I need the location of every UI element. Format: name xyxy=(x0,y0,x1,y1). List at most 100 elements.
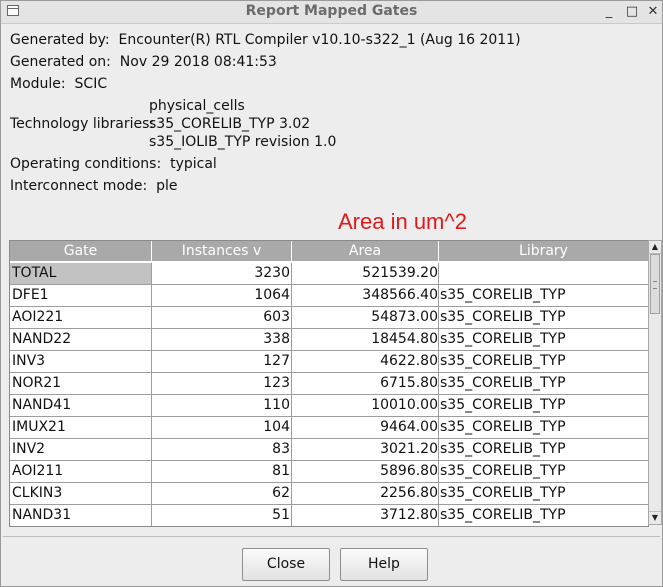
scroll-down-icon[interactable]: ▼ xyxy=(649,511,661,524)
cell-gate: NAND31 xyxy=(10,505,152,526)
operating-conditions: Operating conditions: typical xyxy=(10,155,217,173)
cell-gate: NOR21 xyxy=(10,373,152,394)
area-units-annotation: Area in um^2 xyxy=(338,209,467,234)
generated-by: Generated by: Encounter(R) RTL Compiler … xyxy=(10,31,521,49)
cell-gate: TOTAL xyxy=(10,263,152,284)
column-header-area[interactable]: Area xyxy=(292,241,439,262)
table-row[interactable]: IMUX21 104 9464.00 s35_CORELIB_TYP xyxy=(10,417,648,439)
generated-on: Generated on: Nov 29 2018 08:41:53 xyxy=(10,53,277,71)
interconnect-mode: Interconnect mode: ple xyxy=(10,177,178,195)
cell-gate: IMUX21 xyxy=(10,417,152,438)
cell-area: 4622.80 xyxy=(292,351,439,372)
cell-gate: INV3 xyxy=(10,351,152,372)
generated-on-label: Generated on: xyxy=(10,54,111,70)
operating-conditions-label: Operating conditions: xyxy=(10,156,162,172)
table-row[interactable]: AOI221 603 54873.00 s35_CORELIB_TYP xyxy=(10,307,648,329)
table-row[interactable]: CLKIN3 62 2256.80 s35_CORELIB_TYP xyxy=(10,483,648,505)
cell-gate: CLKIN3 xyxy=(10,483,152,504)
cell-instances: 62 xyxy=(152,483,292,504)
cell-library: s35_CORELIB_TYP xyxy=(440,309,566,325)
module-value: SCIC xyxy=(74,76,108,92)
cell-area: 9464.00 xyxy=(292,417,439,438)
table-row[interactable]: NAND31 51 3712.80 s35_CORELIB_TYP xyxy=(10,505,648,526)
cell-instances: 123 xyxy=(152,373,292,394)
close-button[interactable]: Close xyxy=(242,548,330,581)
cell-instances: 81 xyxy=(152,461,292,482)
tech-lib-item: physical_cells xyxy=(149,98,245,114)
cell-area: 3712.80 xyxy=(292,505,439,526)
help-button[interactable]: Help xyxy=(340,548,428,581)
table-row[interactable]: NAND41 110 10010.00 s35_CORELIB_TYP xyxy=(10,395,648,417)
module-label: Module: xyxy=(10,76,66,92)
tech-libs-label: Technology libraries: xyxy=(10,116,155,132)
interconnect-label: Interconnect mode: xyxy=(10,178,148,194)
cell-instances: 83 xyxy=(152,439,292,460)
cell-library: s35_CORELIB_TYP xyxy=(440,287,566,303)
close-window-button[interactable]: ✕ xyxy=(644,2,662,21)
cell-library: s35_CORELIB_TYP xyxy=(440,353,566,369)
window-title: Report Mapped Gates xyxy=(245,3,418,19)
cell-gate: NAND22 xyxy=(10,329,152,350)
cell-area: 348566.40 xyxy=(292,285,439,306)
scroll-thumb[interactable] xyxy=(650,254,660,314)
operating-conditions-value: typical xyxy=(170,156,217,172)
cell-area: 2256.80 xyxy=(292,483,439,504)
cell-area: 521539.20 xyxy=(292,263,439,284)
divider xyxy=(3,536,660,537)
cell-library: s35_CORELIB_TYP xyxy=(440,463,566,479)
cell-gate: AOI221 xyxy=(10,307,152,328)
tech-lib-item: s35_IOLIB_TYP revision 1.0 xyxy=(149,134,337,150)
generated-on-value: Nov 29 2018 08:41:53 xyxy=(119,54,277,70)
table-header: Gate Instances v Area Library xyxy=(10,241,648,263)
cell-instances: 603 xyxy=(152,307,292,328)
cell-library xyxy=(439,263,648,284)
table-row[interactable]: INV3 127 4622.80 s35_CORELIB_TYP xyxy=(10,351,648,373)
table-row[interactable]: NAND22 338 18454.80 s35_CORELIB_TYP xyxy=(10,329,648,351)
column-header-instances[interactable]: Instances v xyxy=(152,241,292,262)
table-row[interactable]: AOI211 81 5896.80 s35_CORELIB_TYP xyxy=(10,461,648,483)
cell-area: 18454.80 xyxy=(292,329,439,350)
tech-libs-list: physical_cells s35_CORELIB_TYP 3.02 s35_… xyxy=(149,97,336,151)
cell-area: 10010.00 xyxy=(292,395,439,416)
cell-library: s35_CORELIB_TYP xyxy=(440,485,566,501)
cell-gate: AOI211 xyxy=(10,461,152,482)
scroll-up-icon[interactable]: ▲ xyxy=(649,241,661,254)
cell-gate: INV2 xyxy=(10,439,152,460)
cell-instances: 110 xyxy=(152,395,292,416)
cell-library: s35_CORELIB_TYP xyxy=(440,331,566,347)
cell-area: 3021.20 xyxy=(292,439,439,460)
report-window: Report Mapped Gates _ □ ✕ Generated by: … xyxy=(0,0,663,587)
cell-gate: DFE1 xyxy=(10,285,152,306)
generated-by-value: Encounter(R) RTL Compiler v10.10-s322_1 … xyxy=(118,32,521,48)
cell-library: s35_CORELIB_TYP xyxy=(440,397,566,413)
cell-instances: 338 xyxy=(152,329,292,350)
title-bar[interactable]: Report Mapped Gates _ □ ✕ xyxy=(1,1,662,24)
table-row[interactable]: NOR21 123 6715.80 s35_CORELIB_TYP xyxy=(10,373,648,395)
table-row[interactable]: INV2 83 3021.20 s35_CORELIB_TYP xyxy=(10,439,648,461)
table-row[interactable]: DFE1 1064 348566.40 s35_CORELIB_TYP xyxy=(10,285,648,307)
interconnect-value: ple xyxy=(156,178,178,194)
cell-instances: 1064 xyxy=(152,285,292,306)
minimize-button[interactable]: _ xyxy=(600,2,618,21)
vertical-scrollbar[interactable]: ▲ ▼ xyxy=(648,240,662,525)
cell-library: s35_CORELIB_TYP xyxy=(440,375,566,391)
maximize-button[interactable]: □ xyxy=(623,2,641,21)
table-row[interactable]: TOTAL 3230 521539.20 xyxy=(10,263,648,285)
cell-instances: 51 xyxy=(152,505,292,526)
cell-instances: 104 xyxy=(152,417,292,438)
cell-library: s35_CORELIB_TYP xyxy=(440,419,566,435)
cell-area: 54873.00 xyxy=(292,307,439,328)
gates-table[interactable]: Gate Instances v Area Library TOTAL 3230 5… xyxy=(9,240,649,527)
column-header-gate[interactable]: Gate xyxy=(10,241,152,262)
column-header-library[interactable]: Library xyxy=(439,241,648,262)
cell-area: 6715.80 xyxy=(292,373,439,394)
cell-instances: 127 xyxy=(152,351,292,372)
cell-gate: NAND41 xyxy=(10,395,152,416)
tech-lib-item: s35_CORELIB_TYP 3.02 xyxy=(149,116,311,132)
module: Module: SCIC xyxy=(10,75,107,93)
cell-library: s35_CORELIB_TYP xyxy=(440,441,566,457)
generated-by-label: Generated by: xyxy=(10,32,110,48)
cell-instances: 3230 xyxy=(152,263,292,284)
cell-area: 5896.80 xyxy=(292,461,439,482)
cell-library: s35_CORELIB_TYP xyxy=(440,507,566,523)
